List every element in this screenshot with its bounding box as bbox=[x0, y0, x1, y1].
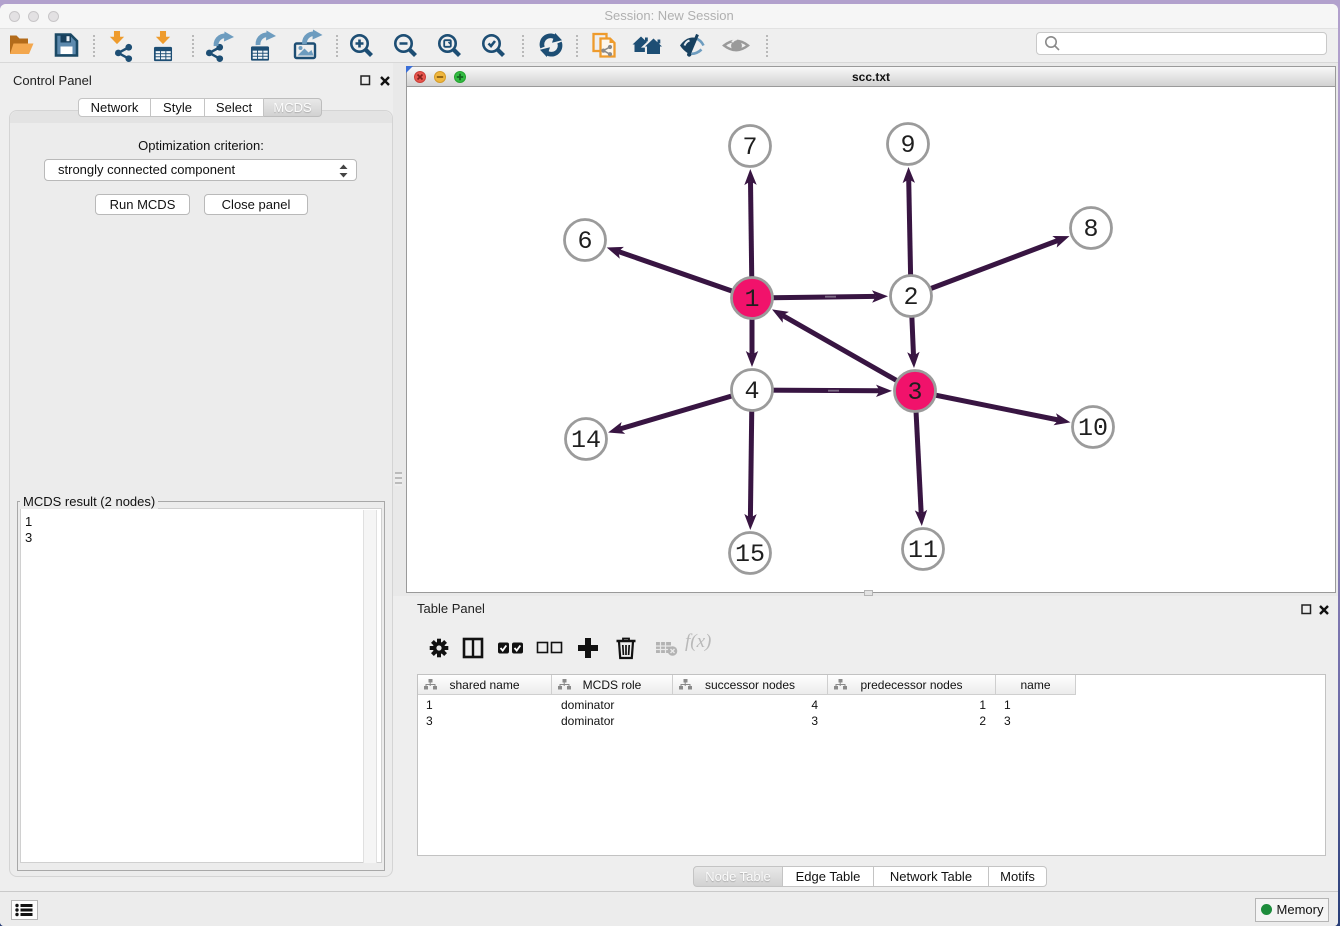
svg-text:8: 8 bbox=[1083, 215, 1098, 244]
svg-text:6: 6 bbox=[577, 227, 592, 256]
svg-text:7: 7 bbox=[742, 133, 757, 162]
svg-text:9: 9 bbox=[900, 131, 915, 160]
svg-text:15: 15 bbox=[735, 540, 765, 569]
svg-text:14: 14 bbox=[571, 426, 601, 455]
svg-text:4: 4 bbox=[744, 377, 759, 406]
svg-text:2: 2 bbox=[903, 283, 918, 312]
svg-text:11: 11 bbox=[908, 536, 938, 565]
svg-text:3: 3 bbox=[907, 378, 922, 407]
svg-text:1: 1 bbox=[744, 285, 759, 314]
svg-text:10: 10 bbox=[1078, 414, 1108, 443]
